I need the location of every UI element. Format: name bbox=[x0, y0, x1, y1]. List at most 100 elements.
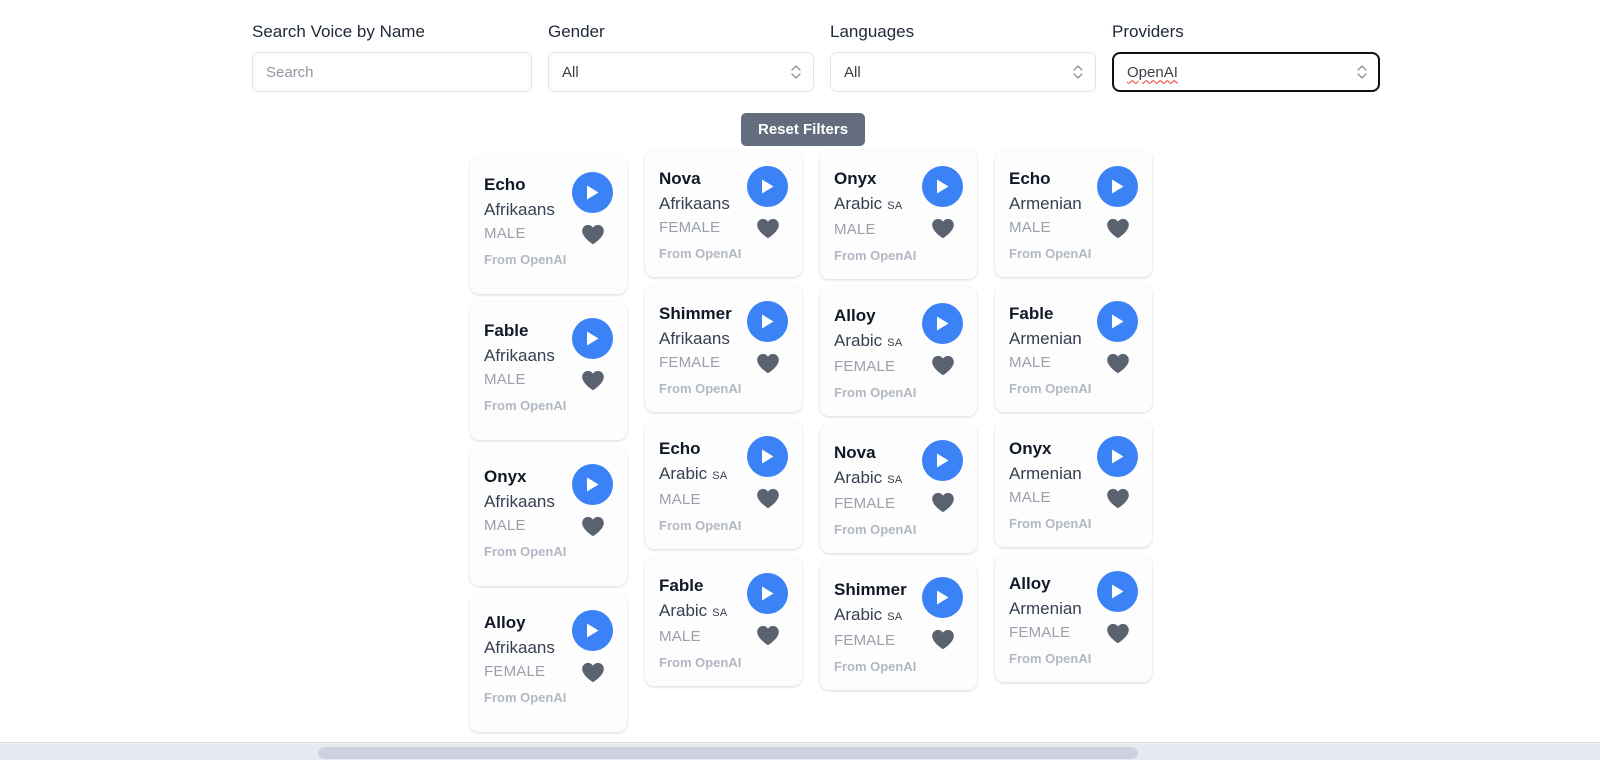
horizontal-scrollbar[interactable] bbox=[0, 742, 1600, 760]
favorite-button[interactable] bbox=[580, 367, 606, 393]
favorite-button[interactable] bbox=[755, 215, 781, 241]
play-button[interactable] bbox=[922, 303, 963, 344]
scrollbar-thumb[interactable] bbox=[318, 747, 1138, 759]
voice-language-row: Arabic SA bbox=[834, 466, 930, 492]
voice-card[interactable]: Shimmer Arabic SA FEMALE From OpenAI bbox=[820, 561, 977, 690]
voice-provider: From OpenAI bbox=[659, 655, 742, 670]
play-icon bbox=[935, 452, 950, 469]
voice-card[interactable]: Alloy Armenian FEMALE From OpenAI bbox=[995, 555, 1152, 682]
favorite-button[interactable] bbox=[930, 626, 956, 652]
voice-name: Shimmer bbox=[659, 304, 732, 323]
favorite-button[interactable] bbox=[930, 352, 956, 378]
voice-name: Onyx bbox=[834, 169, 877, 188]
voice-card[interactable]: Fable Afrikaans MALE From OpenAI bbox=[470, 302, 627, 440]
voice-name: Echo bbox=[1009, 169, 1051, 188]
voice-card-column: Onyx Arabic SA MALE From OpenAI Alloy Arabic SA… bbox=[820, 150, 977, 698]
voice-card-text: Alloy Afrikaans FEMALE From OpenAI bbox=[484, 612, 580, 707]
play-icon bbox=[760, 448, 775, 465]
favorite-button[interactable] bbox=[580, 221, 606, 247]
voice-card[interactable]: Echo Arabic SA MALE From OpenAI bbox=[645, 420, 802, 549]
play-button[interactable] bbox=[922, 440, 963, 481]
voice-language: Afrikaans bbox=[484, 200, 555, 219]
play-icon bbox=[1110, 448, 1125, 465]
voice-language: Afrikaans bbox=[484, 492, 555, 511]
voice-card-text: Onyx Armenian MALE From OpenAI bbox=[1009, 438, 1105, 533]
filter-group-search: Search Voice by Name bbox=[252, 22, 532, 92]
play-button[interactable] bbox=[747, 166, 788, 207]
heart-icon bbox=[1106, 218, 1130, 239]
voice-language-row: Armenian bbox=[1009, 597, 1105, 621]
favorite-button[interactable] bbox=[1105, 350, 1131, 376]
scrollbar-track[interactable] bbox=[0, 744, 1600, 760]
heart-icon bbox=[1106, 488, 1130, 509]
favorite-button[interactable] bbox=[930, 215, 956, 241]
voice-provider: From OpenAI bbox=[834, 248, 917, 263]
voice-card[interactable]: Nova Afrikaans FEMALE From OpenAI bbox=[645, 150, 802, 277]
voice-region: SA bbox=[887, 611, 903, 623]
voice-card-actions bbox=[572, 610, 613, 685]
voice-gender: MALE bbox=[484, 517, 526, 534]
play-button[interactable] bbox=[1097, 166, 1138, 207]
heart-icon bbox=[931, 218, 955, 239]
heart-icon bbox=[581, 662, 605, 683]
play-button[interactable] bbox=[1097, 571, 1138, 612]
voice-language-row: Arabic SA bbox=[834, 329, 930, 355]
voice-provider: From OpenAI bbox=[484, 398, 567, 413]
play-button[interactable] bbox=[1097, 436, 1138, 477]
play-button[interactable] bbox=[747, 436, 788, 477]
favorite-button[interactable] bbox=[930, 489, 956, 515]
voice-region: SA bbox=[712, 607, 728, 619]
gender-select[interactable]: All bbox=[548, 52, 814, 92]
voice-card[interactable]: Echo Armenian MALE From OpenAI bbox=[995, 150, 1152, 277]
play-button[interactable] bbox=[572, 318, 613, 359]
favorite-button[interactable] bbox=[580, 513, 606, 539]
reset-filters-button[interactable]: Reset Filters bbox=[741, 113, 866, 146]
voice-provider: From OpenAI bbox=[1009, 381, 1092, 396]
voice-provider: From OpenAI bbox=[659, 381, 742, 396]
voice-name: Nova bbox=[659, 169, 701, 188]
voice-card-actions bbox=[922, 303, 963, 378]
voice-card[interactable]: Onyx Arabic SA MALE From OpenAI bbox=[820, 150, 977, 279]
favorite-button[interactable] bbox=[755, 350, 781, 376]
voice-language: Afrikaans bbox=[484, 346, 555, 365]
voice-provider: From OpenAI bbox=[1009, 516, 1092, 531]
voice-card[interactable]: Echo Afrikaans MALE From OpenAI bbox=[470, 156, 627, 294]
play-button[interactable] bbox=[1097, 301, 1138, 342]
voice-region: SA bbox=[887, 337, 903, 349]
favorite-button[interactable] bbox=[1105, 485, 1131, 511]
favorite-button[interactable] bbox=[1105, 215, 1131, 241]
voice-card-text: Fable Arabic SA MALE From OpenAI bbox=[659, 575, 755, 672]
favorite-button[interactable] bbox=[755, 622, 781, 648]
play-button[interactable] bbox=[572, 610, 613, 651]
voice-card-text: Alloy Armenian FEMALE From OpenAI bbox=[1009, 573, 1105, 668]
favorite-button[interactable] bbox=[580, 659, 606, 685]
voice-card[interactable]: Alloy Arabic SA FEMALE From OpenAI bbox=[820, 287, 977, 416]
providers-select-value: OpenAI bbox=[1127, 63, 1178, 81]
search-input[interactable] bbox=[252, 52, 532, 92]
voice-card[interactable]: Nova Arabic SA FEMALE From OpenAI bbox=[820, 424, 977, 553]
voice-card[interactable]: Fable Arabic SA MALE From OpenAI bbox=[645, 557, 802, 686]
play-button[interactable] bbox=[747, 301, 788, 342]
voice-card[interactable]: Onyx Armenian MALE From OpenAI bbox=[995, 420, 1152, 547]
voice-language: Arabic bbox=[834, 194, 883, 213]
voice-card[interactable]: Alloy Afrikaans FEMALE From OpenAI bbox=[470, 594, 627, 732]
play-button[interactable] bbox=[572, 172, 613, 213]
favorite-button[interactable] bbox=[755, 485, 781, 511]
languages-select[interactable]: All bbox=[830, 52, 1096, 92]
voice-language: Armenian bbox=[1009, 194, 1082, 213]
play-button[interactable] bbox=[747, 573, 788, 614]
voice-card-text: Fable Afrikaans MALE From OpenAI bbox=[484, 320, 580, 415]
play-button[interactable] bbox=[922, 166, 963, 207]
play-button[interactable] bbox=[572, 464, 613, 505]
voice-card[interactable]: Onyx Afrikaans MALE From OpenAI bbox=[470, 448, 627, 586]
providers-select[interactable]: OpenAI bbox=[1112, 52, 1380, 92]
play-button[interactable] bbox=[922, 577, 963, 618]
voice-card-actions bbox=[747, 301, 788, 376]
voice-name: Onyx bbox=[1009, 439, 1052, 458]
voice-card[interactable]: Shimmer Afrikaans FEMALE From OpenAI bbox=[645, 285, 802, 412]
voice-provider: From OpenAI bbox=[484, 252, 567, 267]
voice-card-text: Echo Afrikaans MALE From OpenAI bbox=[484, 174, 580, 269]
voice-gender: MALE bbox=[484, 371, 526, 388]
favorite-button[interactable] bbox=[1105, 620, 1131, 646]
voice-card[interactable]: Fable Armenian MALE From OpenAI bbox=[995, 285, 1152, 412]
